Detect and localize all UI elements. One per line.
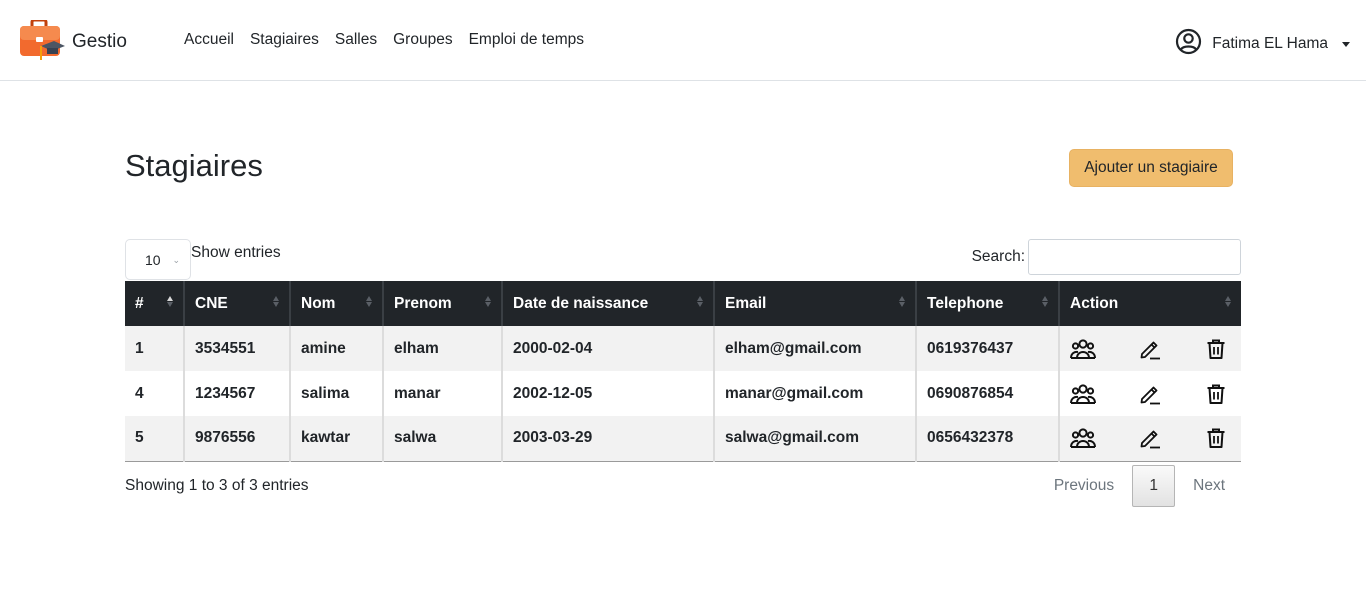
page-1-button[interactable]: 1 xyxy=(1132,465,1176,507)
group-icon[interactable] xyxy=(1070,336,1096,362)
main-nav: Accueil Stagiaires Salles Groupes Emploi… xyxy=(184,31,584,49)
nav-groupes[interactable]: Groupes xyxy=(393,31,452,49)
column-header-label: Telephone xyxy=(927,294,1004,312)
nav-salles[interactable]: Salles xyxy=(335,31,377,49)
sort-icon xyxy=(899,296,905,307)
table-info: Showing 1 to 3 of 3 entries xyxy=(125,477,309,494)
table-header-row: # CNE Nom Prenom Date de naissance Email… xyxy=(125,281,1241,326)
row-actions xyxy=(1070,381,1231,407)
cell-date: 2003-03-29 xyxy=(502,416,715,461)
column-header-label: Email xyxy=(725,294,767,312)
column-header-nom[interactable]: Nom xyxy=(290,281,384,326)
search-control: Search: xyxy=(972,239,1241,275)
cell-email: manar@gmail.com xyxy=(714,371,917,416)
sort-icon xyxy=(697,296,703,307)
top-navbar: Gestio Accueil Stagiaires Salles Groupes… xyxy=(0,0,1366,81)
column-header-date[interactable]: Date de naissance xyxy=(502,281,715,326)
column-header-label: Prenom xyxy=(394,294,452,312)
table-row: 4 1234567 salima manar 2002-12-05 manar@… xyxy=(125,371,1241,416)
column-header-cne[interactable]: CNE xyxy=(184,281,291,326)
nav-stagiaires[interactable]: Stagiaires xyxy=(250,31,319,49)
sort-icon xyxy=(485,296,491,307)
cell-actions xyxy=(1059,416,1241,461)
nav-accueil[interactable]: Accueil xyxy=(184,31,234,49)
search-input[interactable] xyxy=(1028,239,1241,275)
cell-nom: amine xyxy=(290,326,384,371)
group-icon[interactable] xyxy=(1070,425,1096,451)
nav-emploi-de-temps[interactable]: Emploi de temps xyxy=(469,31,584,49)
column-header-id[interactable]: # xyxy=(125,281,185,326)
cell-id: 5 xyxy=(125,416,185,461)
briefcase-logo-icon xyxy=(19,18,65,64)
chevron-down-icon xyxy=(1342,41,1350,47)
cell-actions xyxy=(1059,326,1241,371)
column-header-label: # xyxy=(135,294,144,312)
group-icon[interactable] xyxy=(1070,381,1096,407)
page-length-control: 10 ⌄ Show entries xyxy=(125,239,281,280)
sort-icon xyxy=(167,296,173,307)
cell-cne: 9876556 xyxy=(184,416,291,461)
cell-id: 1 xyxy=(125,326,185,371)
column-header-prenom[interactable]: Prenom xyxy=(383,281,503,326)
column-header-email[interactable]: Email xyxy=(714,281,917,326)
brand[interactable]: Gestio xyxy=(19,18,127,64)
user-name: Fatima EL Hama xyxy=(1212,35,1328,52)
cell-telephone: 0690876854 xyxy=(916,371,1060,416)
row-actions xyxy=(1070,425,1231,451)
trash-icon[interactable] xyxy=(1203,336,1229,362)
cell-date: 2002-12-05 xyxy=(502,371,715,416)
cell-prenom: manar xyxy=(383,371,503,416)
user-menu[interactable]: Fatima EL Hama xyxy=(1175,28,1350,60)
sort-icon xyxy=(273,296,279,307)
cell-telephone: 0619376437 xyxy=(916,326,1060,371)
search-label: Search: xyxy=(971,248,1025,265)
table-row: 1 3534551 amine elham 2000-02-04 elham@g… xyxy=(125,326,1241,371)
column-header-label: Nom xyxy=(301,294,336,312)
row-actions xyxy=(1070,336,1231,362)
cell-email: salwa@gmail.com xyxy=(714,416,917,461)
column-header-label: Action xyxy=(1070,294,1119,312)
next-page-button[interactable]: Next xyxy=(1177,465,1241,507)
edit-pencil-icon[interactable] xyxy=(1137,425,1163,451)
cell-id: 4 xyxy=(125,371,185,416)
user-circle-icon xyxy=(1175,28,1202,60)
chevron-down-icon: ⌄ xyxy=(172,255,180,265)
column-header-label: Date de naissance xyxy=(513,294,649,312)
column-header-action[interactable]: Action xyxy=(1059,281,1241,326)
sort-icon xyxy=(1042,296,1048,307)
column-header-telephone[interactable]: Telephone xyxy=(916,281,1060,326)
cell-cne: 1234567 xyxy=(184,371,291,416)
add-stagiaire-button[interactable]: Ajouter un stagiaire xyxy=(1069,149,1233,187)
sort-icon xyxy=(366,296,372,307)
cell-nom: kawtar xyxy=(290,416,384,461)
page-length-select[interactable]: 10 ⌄ xyxy=(125,239,191,280)
cell-cne: 3534551 xyxy=(184,326,291,371)
sort-icon xyxy=(1225,296,1231,307)
cell-nom: salima xyxy=(290,371,384,416)
trash-icon[interactable] xyxy=(1203,381,1229,407)
column-header-label: CNE xyxy=(195,294,228,312)
edit-pencil-icon[interactable] xyxy=(1137,381,1163,407)
trash-icon[interactable] xyxy=(1203,425,1229,451)
cell-prenom: elham xyxy=(383,326,503,371)
edit-pencil-icon[interactable] xyxy=(1137,336,1163,362)
page-title: Stagiaires xyxy=(125,148,263,183)
table-row: 5 9876556 kawtar salwa 2003-03-29 salwa@… xyxy=(125,416,1241,461)
cell-prenom: salwa xyxy=(383,416,503,461)
page-length-value: 10 xyxy=(145,252,161,268)
show-entries-label: Show entries xyxy=(191,244,281,261)
stagiaires-table: # CNE Nom Prenom Date de naissance Email… xyxy=(125,281,1241,462)
cell-actions xyxy=(1059,371,1241,416)
cell-email: elham@gmail.com xyxy=(714,326,917,371)
previous-page-button[interactable]: Previous xyxy=(1038,465,1130,507)
pagination: Previous 1 Next xyxy=(1038,465,1241,507)
cell-date: 2000-02-04 xyxy=(502,326,715,371)
brand-name[interactable]: Gestio xyxy=(72,31,127,53)
cell-telephone: 0656432378 xyxy=(916,416,1060,461)
